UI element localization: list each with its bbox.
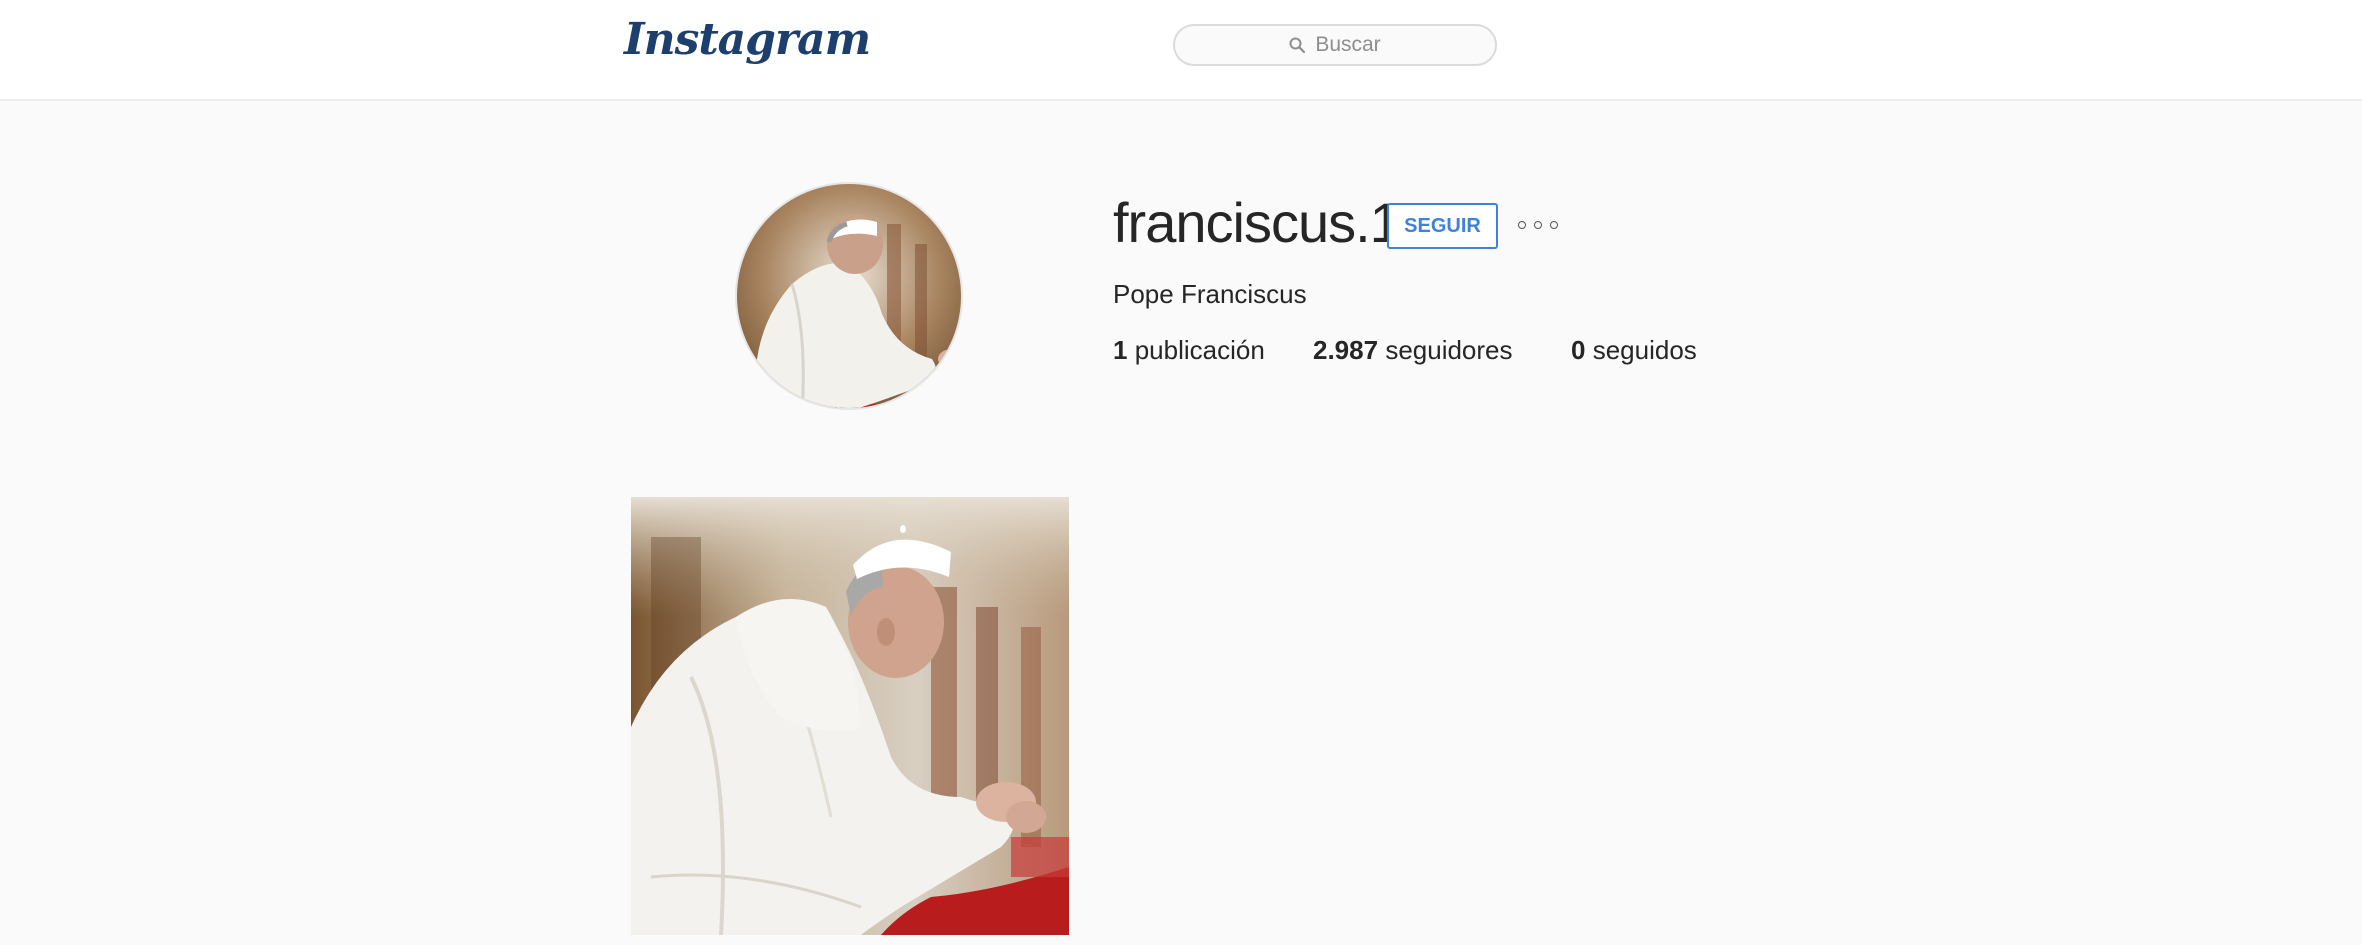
avatar-image bbox=[737, 184, 961, 408]
more-dot bbox=[1518, 221, 1526, 229]
search-input[interactable]: Buscar bbox=[1173, 24, 1497, 66]
following-count[interactable]: 0 seguidos bbox=[1571, 335, 1697, 366]
search-icon bbox=[1289, 37, 1306, 53]
top-navigation-bar: Instagram Buscar bbox=[0, 0, 2362, 101]
followers-count-value: 2.987 bbox=[1313, 335, 1379, 365]
following-count-value: 0 bbox=[1571, 335, 1586, 365]
profile-full-name: Pope Franciscus bbox=[1113, 279, 1307, 309]
followers-count[interactable]: 2.987 seguidores bbox=[1313, 335, 1571, 366]
post-thumbnail[interactable] bbox=[631, 497, 1069, 935]
profile-avatar[interactable] bbox=[735, 182, 963, 410]
following-count-label: seguidos bbox=[1592, 335, 1697, 365]
instagram-logo[interactable]: Instagram bbox=[624, 10, 871, 70]
more-dot bbox=[1534, 221, 1542, 229]
followers-count-label: seguidores bbox=[1385, 335, 1513, 365]
profile-username: franciscus.1 bbox=[1113, 191, 1401, 254]
posts-count: 1 publicación bbox=[1113, 335, 1318, 366]
post-image bbox=[631, 497, 1069, 935]
more-dot bbox=[1550, 221, 1558, 229]
more-options-icon[interactable] bbox=[1518, 217, 1558, 233]
profile-stats: 1 publicación 2.987 seguidores 0 seguido… bbox=[1113, 335, 1697, 366]
posts-count-label: publicación bbox=[1134, 335, 1265, 365]
follow-button[interactable]: SEGUIR bbox=[1387, 203, 1498, 249]
search-placeholder: Buscar bbox=[1315, 33, 1381, 56]
posts-count-value: 1 bbox=[1113, 335, 1128, 365]
